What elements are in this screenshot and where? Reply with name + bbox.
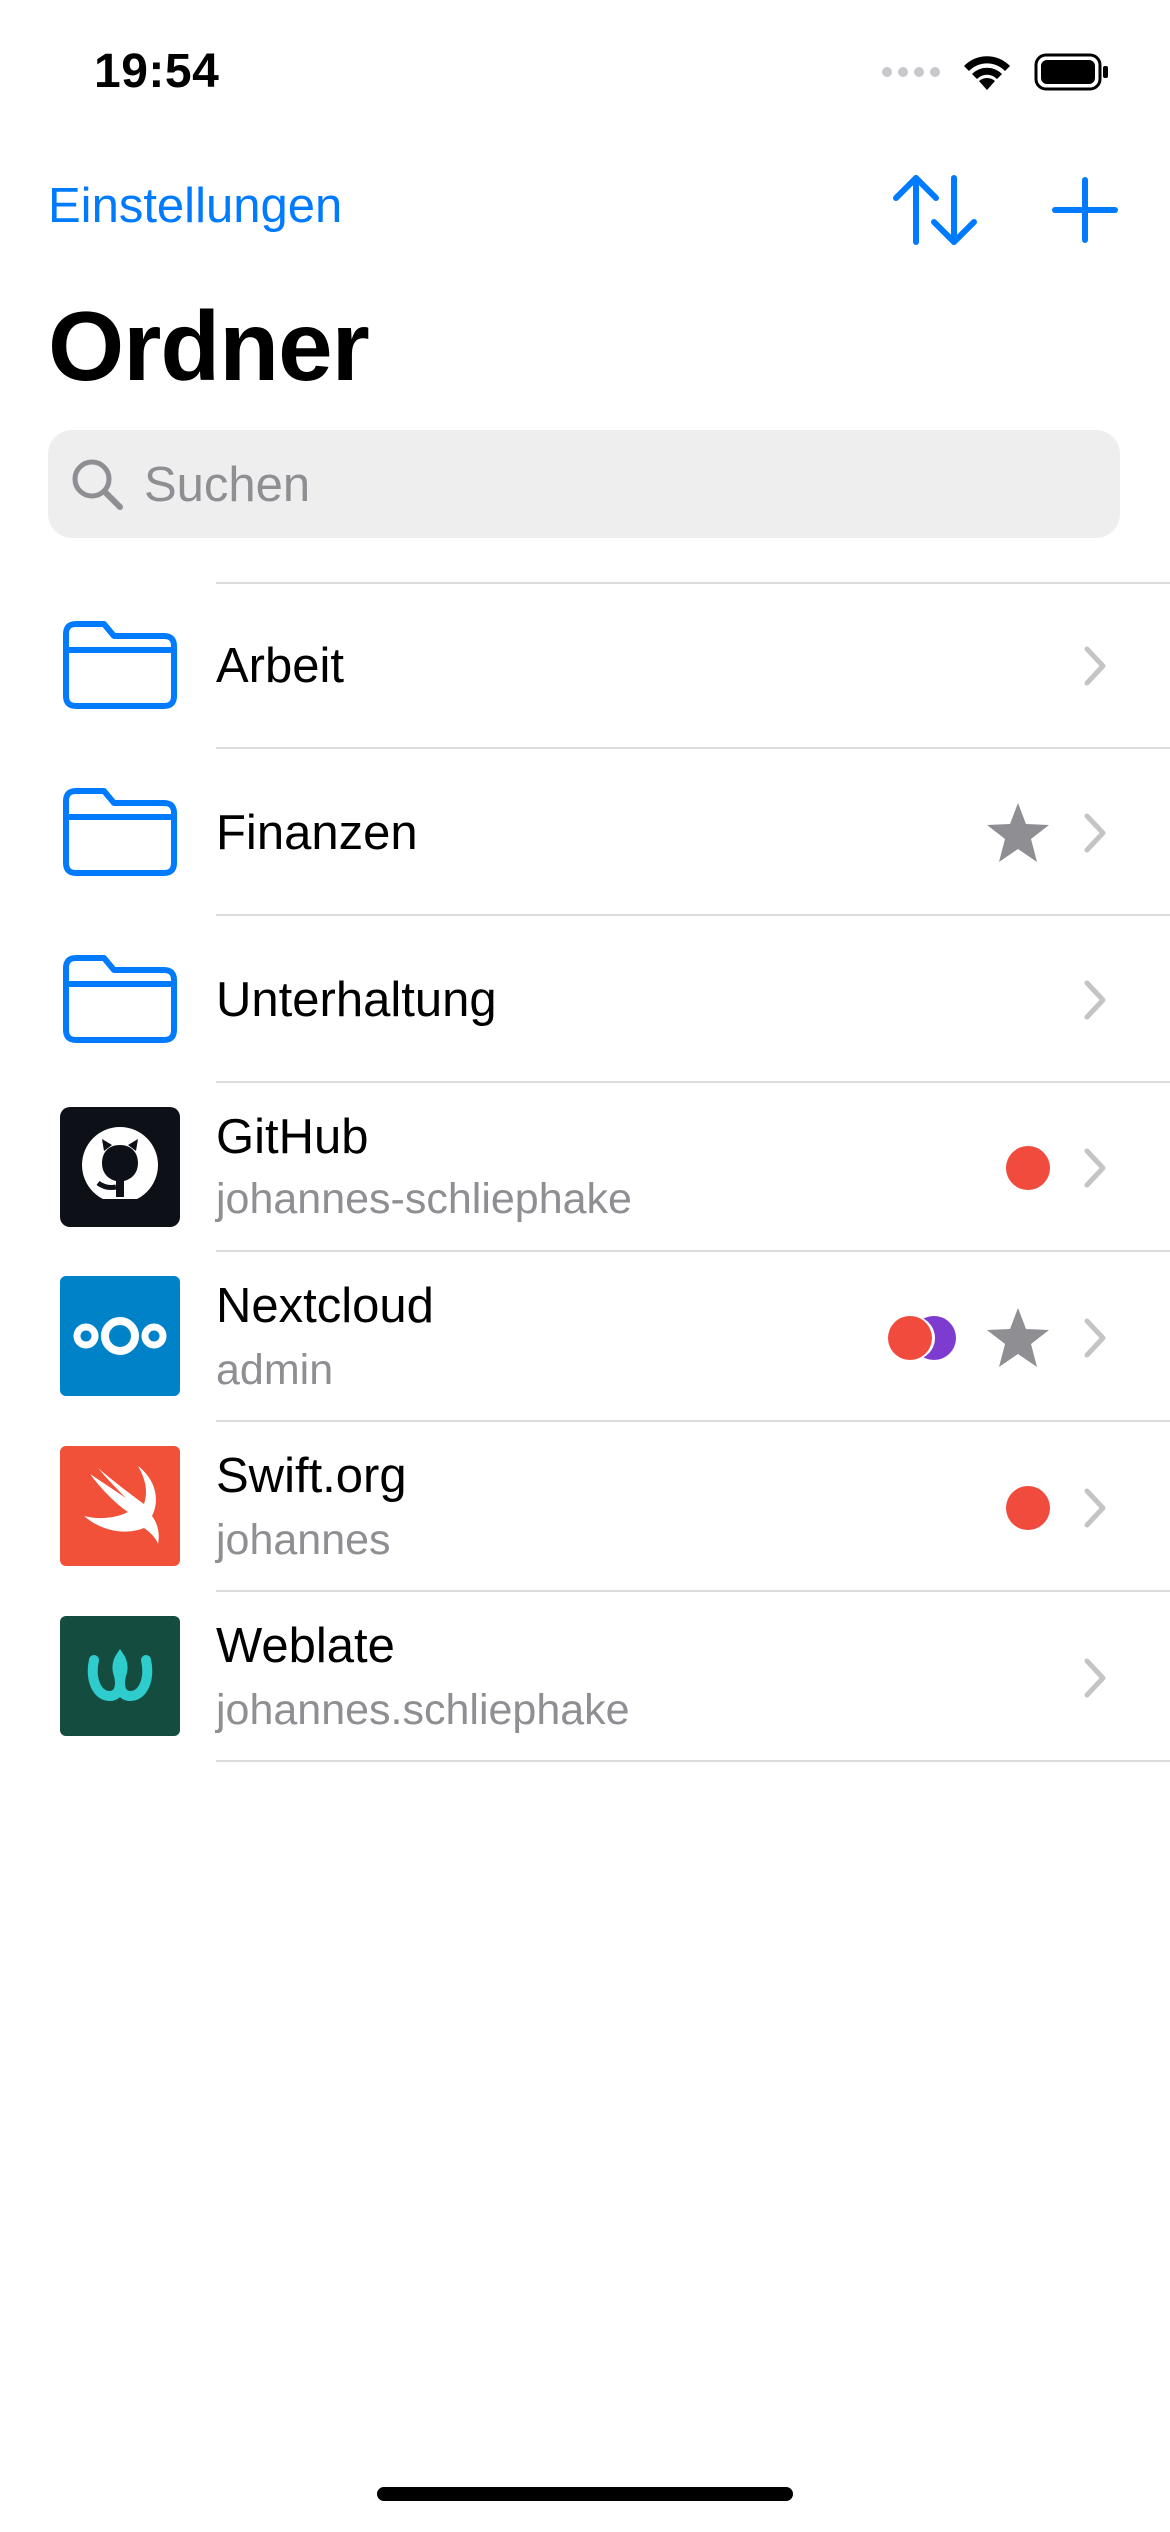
status-icons [882, 52, 1110, 92]
nextcloud-logo-icon [60, 1276, 180, 1396]
chevron-right-icon [1084, 1148, 1106, 1188]
item-title: Finanzen [216, 806, 418, 860]
chevron-right-icon [1084, 980, 1106, 1020]
folder-icon [63, 955, 177, 1043]
chevron-right-icon [1084, 1488, 1106, 1528]
sort-arrows-icon [893, 175, 977, 245]
item-subtitle: johannes.schliephake [216, 1686, 630, 1734]
chevron-right-icon [1084, 1658, 1106, 1698]
chevron-right-icon [1084, 813, 1106, 853]
swift-logo-icon [60, 1446, 180, 1566]
list-item-weblate[interactable]: Weblate johannes.schliephake [0, 1592, 1170, 1762]
search-icon [72, 459, 123, 510]
chevron-right-icon [1084, 1318, 1106, 1358]
chevron-right-icon [1084, 646, 1106, 686]
item-title: Unterhaltung [216, 973, 497, 1027]
item-subtitle: johannes [216, 1516, 391, 1564]
status-bar: 19:54 [0, 0, 1170, 150]
item-subtitle: admin [216, 1346, 334, 1394]
item-title: Weblate [216, 1619, 395, 1673]
list-item-unterhaltung[interactable]: Unterhaltung [0, 916, 1170, 1083]
list-item-nextcloud[interactable]: Nextcloud admin [0, 1252, 1170, 1422]
folder-icon [63, 788, 177, 876]
search-bar[interactable] [48, 430, 1120, 540]
item-title: GitHub [216, 1110, 369, 1164]
folder-icon [63, 621, 177, 709]
wifi-icon [960, 52, 1014, 92]
tag-red-dot [1006, 1486, 1050, 1530]
item-subtitle: johannes-schliephake [216, 1175, 632, 1223]
item-title: Nextcloud [216, 1279, 434, 1333]
list-item-github[interactable]: GitHub johannes-schliephake [0, 1083, 1170, 1252]
battery-icon [1034, 53, 1110, 91]
star-icon [987, 1308, 1049, 1367]
page-title: Ordner [48, 291, 370, 401]
divider [216, 1760, 1170, 1762]
plus-icon [1052, 177, 1118, 243]
star-icon [987, 803, 1049, 862]
weblate-logo-icon [60, 1616, 180, 1736]
tag-red-dot [1006, 1146, 1050, 1190]
settings-button[interactable]: Einstellungen [48, 178, 342, 234]
home-indicator[interactable] [377, 2487, 793, 2501]
sort-button[interactable] [890, 170, 980, 250]
item-title: Swift.org [216, 1449, 407, 1503]
search-input[interactable] [142, 430, 1086, 540]
list-item-finanzen[interactable]: Finanzen [0, 749, 1170, 916]
cellular-signal-icon [882, 67, 940, 77]
list-item-swift[interactable]: Swift.org johannes [0, 1422, 1170, 1592]
tag-red-dot [888, 1316, 932, 1360]
github-logo-icon [60, 1107, 180, 1227]
add-button[interactable] [1050, 172, 1120, 248]
list-item-arbeit[interactable]: Arbeit [0, 582, 1170, 749]
item-title: Arbeit [216, 639, 345, 693]
status-time: 19:54 [94, 45, 220, 98]
